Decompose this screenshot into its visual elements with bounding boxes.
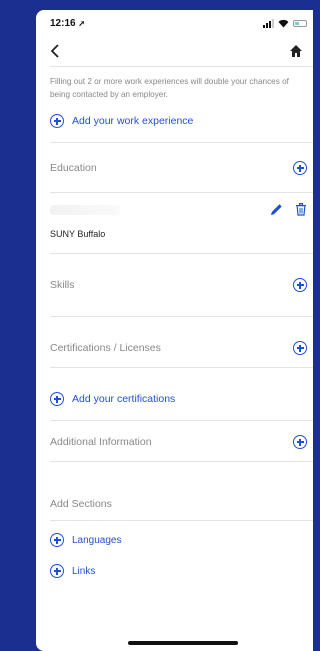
add-education-icon[interactable] — [293, 161, 307, 175]
battery-icon — [293, 19, 307, 27]
trash-icon[interactable] — [295, 203, 307, 216]
intro-text: Filling out 2 or more work experiences w… — [50, 77, 289, 99]
divider — [50, 461, 313, 462]
add-certification-icon[interactable] — [293, 341, 307, 355]
certifications-section-header: Certifications / Licenses — [36, 341, 313, 355]
add-work-experience-label: Add your work experience — [72, 115, 194, 127]
add-certifications-button[interactable]: Add your certifications — [36, 392, 313, 406]
add-certifications-label: Add your certifications — [72, 393, 176, 405]
additional-info-section-header: Additional Information — [36, 435, 313, 449]
pencil-icon[interactable] — [270, 203, 283, 216]
links-label: Links — [72, 565, 96, 577]
status-time: 12:16 ➚ — [50, 18, 85, 29]
add-languages-button[interactable]: Languages — [36, 533, 313, 547]
status-time-text: 12:16 — [50, 17, 76, 29]
status-icons — [263, 18, 313, 28]
plus-circle-icon — [50, 533, 64, 547]
divider — [50, 316, 313, 317]
wifi-icon — [278, 19, 289, 27]
education-title: Education — [50, 162, 97, 174]
certifications-title: Certifications / Licenses — [50, 342, 161, 354]
skills-title: Skills — [50, 279, 75, 291]
skills-section-header: Skills — [36, 278, 313, 292]
home-indicator — [128, 641, 238, 645]
plus-circle-icon — [50, 392, 64, 406]
divider — [50, 192, 313, 193]
divider — [50, 420, 313, 421]
nav-bar — [36, 36, 313, 66]
divider — [50, 520, 313, 521]
add-additional-info-icon[interactable] — [293, 435, 307, 449]
add-sections-title: Add Sections — [50, 498, 112, 510]
location-arrow-icon: ➚ — [78, 18, 86, 28]
home-icon[interactable] — [289, 44, 303, 58]
education-school: SUNY Buffalo — [50, 229, 106, 239]
education-section-header: Education — [36, 161, 313, 175]
education-degree-blurred — [50, 204, 120, 215]
divider — [50, 142, 313, 143]
status-bar: 12:16 ➚ — [36, 10, 313, 36]
back-icon[interactable] — [50, 44, 60, 58]
additional-info-title: Additional Information — [50, 436, 152, 448]
add-links-button[interactable]: Links — [36, 564, 313, 578]
education-actions — [270, 203, 307, 216]
add-skill-icon[interactable] — [293, 278, 307, 292]
phone-screen: 12:16 ➚ Filling out 2 or more work exper… — [36, 10, 313, 651]
divider — [50, 367, 313, 368]
education-item — [36, 203, 313, 216]
plus-circle-icon — [50, 114, 64, 128]
plus-circle-icon — [50, 564, 64, 578]
add-sections-header: Add Sections — [36, 498, 313, 510]
languages-label: Languages — [72, 534, 122, 546]
add-work-experience-button[interactable]: Add your work experience — [36, 114, 313, 128]
divider — [50, 253, 313, 254]
signal-icon — [263, 18, 274, 28]
